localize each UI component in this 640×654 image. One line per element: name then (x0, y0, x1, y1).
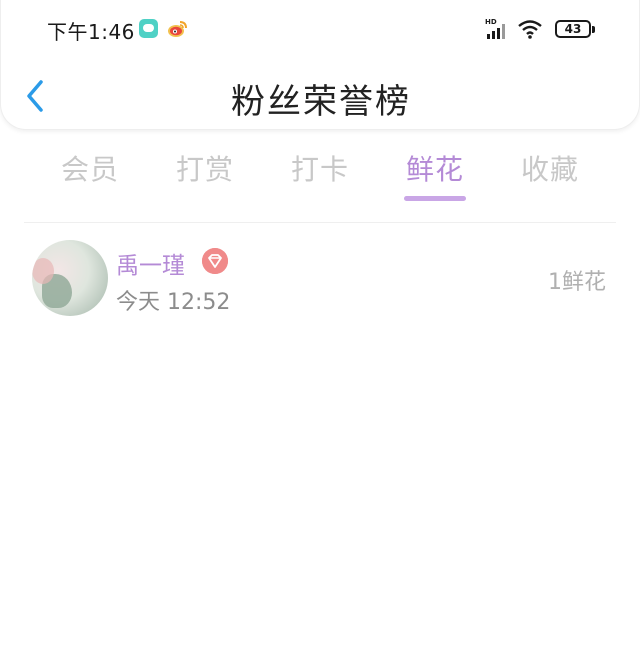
tab-checkin[interactable]: 打卡 (270, 148, 370, 188)
divider (24, 222, 616, 223)
tab-favorites[interactable]: 收藏 (500, 148, 600, 188)
screen: 下午1:46 HD 43 粉丝荣誉榜 会员 打赏 打卡 鲜花 收藏 禹一瑾 今天… (0, 0, 640, 654)
tab-flowers[interactable]: 鲜花 (385, 148, 485, 188)
status-time: 下午1:46 (47, 20, 135, 44)
list-item[interactable]: 禹一瑾 今天 12:52 1鲜花 (0, 234, 640, 324)
page-title: 粉丝荣誉榜 (231, 82, 411, 122)
tab-reward[interactable]: 打赏 (155, 148, 255, 188)
flower-count: 1鲜花 (548, 270, 606, 295)
active-tab-indicator (404, 196, 466, 201)
battery-icon: 43 (555, 20, 595, 38)
svg-text:HD: HD (485, 18, 497, 26)
user-name[interactable]: 禹一瑾 (116, 246, 185, 280)
tab-bar: 会员 打赏 打卡 鲜花 收藏 (0, 140, 640, 210)
signal-icon: HD (485, 17, 509, 41)
diamond-icon (202, 248, 228, 274)
header-card: 下午1:46 HD 43 粉丝荣誉榜 (0, 0, 640, 130)
weibo-icon (167, 18, 188, 39)
status-bar: 下午1:46 HD 43 (1, 0, 640, 58)
wechat-icon (139, 19, 158, 38)
record-time: 今天 12:52 (116, 290, 231, 315)
avatar[interactable] (32, 240, 108, 316)
tab-member[interactable]: 会员 (40, 148, 140, 188)
wifi-icon (517, 17, 543, 41)
